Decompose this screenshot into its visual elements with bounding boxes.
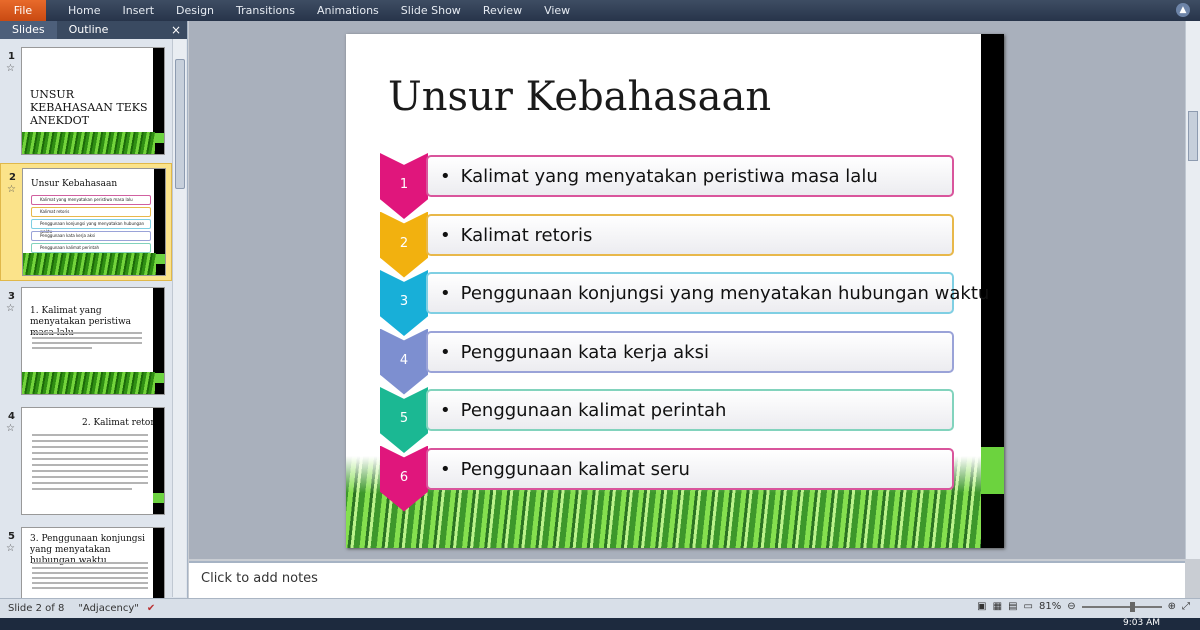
list-item[interactable]: 5 Penggunaan kalimat perintah bbox=[380, 387, 954, 453]
list-item[interactable]: 4 Penggunaan kata kerja aksi bbox=[380, 328, 954, 395]
slide-thumbnail-4[interactable]: 4 ☆ 2. Kalimat retoris bbox=[0, 403, 172, 521]
item-box[interactable]: Penggunaan konjungsi yang menyatakan hub… bbox=[426, 272, 989, 314]
taskbar: 9:03 AM bbox=[0, 618, 1200, 630]
item-number: 4 bbox=[399, 352, 409, 368]
mini-row: Penggunaan konjungsi yang menyatakan hub… bbox=[31, 219, 151, 234]
animation-star-icon: ☆ bbox=[6, 423, 15, 434]
animation-star-icon: ☆ bbox=[7, 184, 16, 195]
theme-name: "Adjacency" bbox=[78, 603, 139, 614]
slide-number: 3 bbox=[8, 291, 15, 302]
thumbnail-title: 1. Kalimat yang menyatakan peristiwa mas… bbox=[30, 306, 132, 338]
list-item[interactable]: 1 Kalimat yang menyatakan peristiwa masa … bbox=[380, 153, 954, 219]
tab-animations[interactable]: Animations bbox=[317, 4, 379, 17]
animation-star-icon: ☆ bbox=[6, 543, 15, 554]
panel-tabs: Slides Outline × bbox=[0, 21, 187, 39]
thumbnail-preview: Unsur Kebahasaan Kalimat yang menyatakan… bbox=[22, 168, 166, 276]
tab-slide-show[interactable]: Slide Show bbox=[401, 4, 461, 17]
mini-row: Kalimat retoris bbox=[31, 207, 151, 217]
slide-number: 4 bbox=[8, 411, 15, 422]
file-tab[interactable]: File bbox=[0, 0, 46, 21]
thumbnail-preview: 3. Penggunaan konjungsi yang menyatakan … bbox=[21, 527, 165, 598]
close-icon[interactable]: × bbox=[171, 21, 181, 39]
thumbnail-title: UNSUR KEBAHASAAN TEKS ANEKDOT bbox=[30, 88, 148, 127]
zoom-out-icon[interactable]: ⊖ bbox=[1067, 601, 1075, 612]
slide-indicator: Slide 2 of 8 bbox=[8, 603, 65, 614]
slide-number: 5 bbox=[8, 531, 15, 542]
slideshow-icon[interactable]: ▭ bbox=[1024, 601, 1033, 612]
tab-review[interactable]: Review bbox=[483, 4, 522, 17]
zoom-level[interactable]: 81% bbox=[1039, 601, 1061, 612]
number-chevron-icon: 5 bbox=[380, 387, 428, 453]
item-box[interactable]: Penggunaan kata kerja aksi bbox=[426, 330, 954, 373]
tab-slides[interactable]: Slides bbox=[0, 21, 57, 39]
ribbon-tabs: File Home Insert Design Transitions Anim… bbox=[0, 0, 1200, 21]
tab-home[interactable]: Home bbox=[68, 4, 100, 17]
tab-insert[interactable]: Insert bbox=[122, 4, 154, 17]
item-box[interactable]: Kalimat yang menyatakan peristiwa masa l… bbox=[426, 155, 954, 197]
number-chevron-icon: 1 bbox=[380, 153, 428, 219]
zoom-in-icon[interactable]: ⊕ bbox=[1168, 601, 1176, 612]
thumbnail-preview: UNSUR KEBAHASAAN TEKS ANEKDOT bbox=[21, 47, 165, 155]
slide-thumbnail-1[interactable]: 1 ☆ UNSUR KEBAHASAAN TEKS ANEKDOT bbox=[0, 43, 172, 161]
item-text: Penggunaan kalimat seru bbox=[440, 459, 690, 480]
decorative-green-bar bbox=[981, 447, 1004, 494]
notes-pane[interactable]: Click to add notes bbox=[189, 561, 1185, 598]
item-text: Penggunaan kalimat perintah bbox=[440, 400, 727, 421]
notes-placeholder: Click to add notes bbox=[201, 571, 318, 586]
item-number: 5 bbox=[399, 411, 409, 426]
item-box[interactable]: Penggunaan kalimat perintah bbox=[426, 389, 954, 431]
item-box[interactable]: Kalimat retoris bbox=[426, 213, 954, 256]
thumbnail-preview: 1. Kalimat yang menyatakan peristiwa mas… bbox=[21, 287, 165, 395]
current-slide[interactable]: Unsur Kebahasaan 1 Kalimat yang menyataka… bbox=[346, 34, 1004, 548]
clock: 9:03 AM bbox=[1123, 618, 1160, 628]
item-number: 2 bbox=[399, 235, 409, 251]
slide-thumbnail-5[interactable]: 5 ☆ 3. Penggunaan konjungsi yang menyata… bbox=[0, 523, 172, 598]
number-chevron-icon: 3 bbox=[380, 270, 428, 336]
slide-number: 1 bbox=[8, 51, 15, 62]
tab-design[interactable]: Design bbox=[176, 4, 214, 17]
list-item[interactable]: 3 Penggunaan konjungsi yang menyatakan hu… bbox=[380, 270, 989, 336]
slide-editing-area: Unsur Kebahasaan 1 Kalimat yang menyataka… bbox=[189, 21, 1185, 559]
spellcheck-icon[interactable]: ✔ bbox=[147, 603, 155, 614]
fit-to-window-icon[interactable]: ⤢ bbox=[1182, 601, 1190, 612]
mini-row: Penggunaan kalimat perintah bbox=[31, 243, 151, 253]
number-chevron-icon: 2 bbox=[380, 211, 428, 278]
mini-row: Kalimat yang menyatakan peristiwa masa l… bbox=[31, 195, 151, 205]
slide-thumbnail-3[interactable]: 3 ☆ 1. Kalimat yang menyatakan peristiwa… bbox=[0, 283, 172, 401]
panel-scrollbar[interactable] bbox=[172, 39, 186, 597]
animation-star-icon: ☆ bbox=[6, 303, 15, 314]
item-number: 3 bbox=[399, 294, 409, 309]
slide-sorter-icon[interactable]: ▦ bbox=[993, 601, 1002, 612]
item-number: 1 bbox=[399, 177, 409, 192]
ribbon-collapse-icon[interactable]: ▲ bbox=[1176, 3, 1190, 17]
status-bar: Slide 2 of 8 "Adjacency" ✔ ▣ ▦ ▤ ▭ 81% ⊖… bbox=[0, 598, 1200, 618]
list-item[interactable]: 2 Kalimat retoris bbox=[380, 211, 954, 278]
animation-star-icon: ☆ bbox=[6, 63, 15, 74]
reading-view-icon[interactable]: ▤ bbox=[1008, 601, 1017, 612]
vertical-scrollbar[interactable] bbox=[1185, 21, 1200, 559]
item-text: Penggunaan kata kerja aksi bbox=[440, 342, 709, 363]
item-text: Penggunaan konjungsi yang menyatakan hub… bbox=[440, 283, 990, 304]
tab-outline[interactable]: Outline bbox=[57, 21, 121, 39]
thumbnail-title: 2. Kalimat retoris bbox=[82, 418, 163, 428]
item-text: Kalimat yang menyatakan peristiwa masa l… bbox=[440, 166, 878, 187]
item-box[interactable]: Penggunaan kalimat seru bbox=[426, 447, 954, 490]
tab-transitions[interactable]: Transitions bbox=[236, 4, 295, 17]
slide-title[interactable]: Unsur Kebahasaan bbox=[388, 74, 771, 120]
thumbnail-preview: 2. Kalimat retoris bbox=[21, 407, 165, 515]
list-item[interactable]: 6 Penggunaan kalimat seru bbox=[380, 445, 954, 512]
slides-panel: Slides Outline × 1 ☆ UNSUR KEBAHASAAN TE… bbox=[0, 21, 188, 598]
item-text: Kalimat retoris bbox=[440, 225, 593, 246]
slide-thumbnail-2[interactable]: 2 ☆ Unsur Kebahasaan Kalimat yang menyat… bbox=[0, 163, 172, 281]
thumbnail-title: Unsur Kebahasaan bbox=[31, 179, 118, 189]
normal-view-icon[interactable]: ▣ bbox=[977, 601, 986, 612]
slide-number: 2 bbox=[9, 172, 16, 183]
tab-view[interactable]: View bbox=[544, 4, 570, 17]
number-chevron-icon: 4 bbox=[380, 328, 428, 395]
zoom-slider[interactable] bbox=[1081, 601, 1162, 612]
mini-row: Penggunaan kata kerja aksi bbox=[31, 231, 151, 241]
item-number: 6 bbox=[399, 469, 409, 485]
